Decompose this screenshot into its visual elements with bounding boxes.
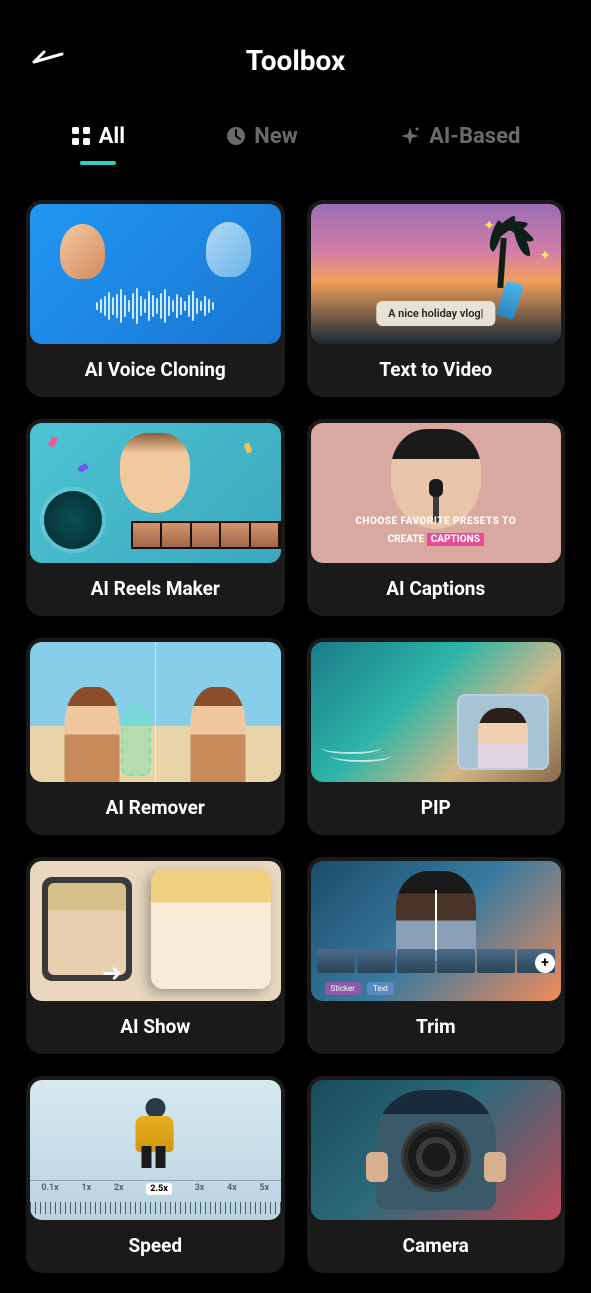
thumbnail: CHOOSE FAVORITE PRESETS TO CREATE CAPTIO… <box>311 423 562 563</box>
card-label: PIP <box>311 782 562 825</box>
card-label: Speed <box>30 1220 281 1263</box>
clock-icon <box>226 126 246 146</box>
tool-card-ai-reels-maker[interactable]: AI Reels Maker <box>26 419 285 616</box>
thumbnail: ✦ ✦ A nice holiday vlog| <box>311 204 562 344</box>
thumbnail <box>30 642 281 782</box>
text-pill: A nice holiday vlog| <box>376 301 495 326</box>
speed-scale: 0.1x1x2x2.5x3x4x5x <box>30 1183 281 1195</box>
back-arrow-icon <box>30 48 64 68</box>
sticker-tag: Sticker <box>325 982 361 995</box>
sparkle-icon <box>399 125 421 147</box>
plus-icon: + <box>535 953 555 973</box>
card-label: AI Voice Cloning <box>30 344 281 387</box>
tool-card-pip[interactable]: PIP <box>307 638 566 835</box>
card-label: Camera <box>311 1220 562 1263</box>
card-label: AI Show <box>30 1001 281 1044</box>
thumbnail: 0.1x1x2x2.5x3x4x5x <box>30 1080 281 1220</box>
tab-ai-based[interactable]: AI-Based <box>399 124 520 157</box>
thumbnail <box>311 1080 562 1220</box>
page-title: Toolbox <box>246 44 346 77</box>
tool-card-text-to-video[interactable]: ✦ ✦ A nice holiday vlog| Text to Video <box>307 200 566 397</box>
card-label: AI Captions <box>311 563 562 606</box>
tool-card-ai-show[interactable]: ➜ AI Show <box>26 857 285 1054</box>
caption-preset-line1: CHOOSE FAVORITE PRESETS TO <box>311 516 562 527</box>
camera-lens-icon <box>408 1129 464 1185</box>
tool-card-ai-captions[interactable]: CHOOSE FAVORITE PRESETS TO CREATE CAPTIO… <box>307 419 566 616</box>
thumbnail: ➜ <box>30 861 281 1001</box>
tool-card-ai-remover[interactable]: AI Remover <box>26 638 285 835</box>
caption-preset-line2: CREATE CAPTIONS <box>311 534 562 545</box>
header: Toolbox <box>0 0 591 120</box>
tool-card-speed[interactable]: 0.1x1x2x2.5x3x4x5x Speed <box>26 1076 285 1273</box>
tool-card-trim[interactable]: + Sticker Text Trim <box>307 857 566 1054</box>
tabs-bar: All New AI-Based <box>0 120 591 180</box>
tool-card-camera[interactable]: Camera <box>307 1076 566 1273</box>
tools-grid: AI Voice Cloning ✦ ✦ A nice holiday vlog… <box>0 180 591 1293</box>
card-label: Trim <box>311 1001 562 1044</box>
thumbnail: + Sticker Text <box>311 861 562 1001</box>
tab-new[interactable]: New <box>226 124 298 157</box>
card-label: AI Reels Maker <box>30 563 281 606</box>
card-label: AI Remover <box>30 782 281 825</box>
thumbnail <box>30 423 281 563</box>
grid-icon <box>71 126 91 146</box>
thumbnail <box>311 642 562 782</box>
tab-new-label: New <box>254 124 298 149</box>
back-button[interactable] <box>30 48 64 72</box>
transform-arrow-icon: ➜ <box>102 959 122 987</box>
tab-all[interactable]: All <box>71 124 125 157</box>
tab-all-label: All <box>99 124 125 149</box>
tab-ai-label: AI-Based <box>429 124 520 149</box>
text-tag: Text <box>367 982 394 995</box>
tool-card-ai-voice-cloning[interactable]: AI Voice Cloning <box>26 200 285 397</box>
thumbnail <box>30 204 281 344</box>
card-label: Text to Video <box>311 344 562 387</box>
